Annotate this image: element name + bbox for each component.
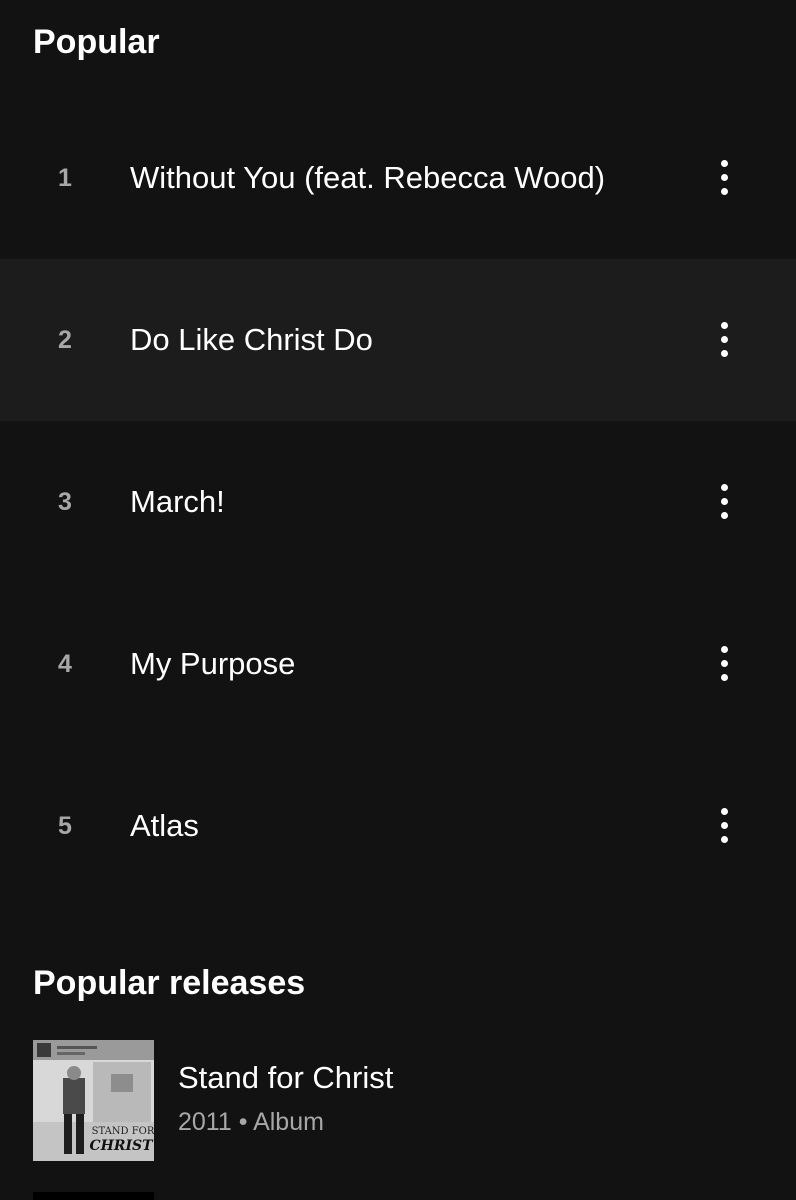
popular-releases-title: Popular releases	[33, 964, 306, 1002]
track-title[interactable]: Without You (feat. Rebecca Wood)	[130, 97, 605, 259]
track-number: 2	[58, 326, 72, 354]
track-row[interactable]: 4 My Purpose	[0, 583, 796, 745]
release-type: Album	[253, 1108, 324, 1136]
more-options-icon[interactable]	[702, 476, 748, 528]
track-row[interactable]: 2 Do Like Christ Do	[0, 259, 796, 421]
more-options-icon[interactable]	[702, 152, 748, 204]
track-number: 4	[58, 650, 72, 678]
track-number: 1	[58, 164, 72, 192]
release-year: 2011	[178, 1108, 232, 1136]
track-title[interactable]: Do Like Christ Do	[130, 259, 373, 421]
more-options-icon[interactable]	[702, 800, 748, 852]
more-options-icon[interactable]	[702, 638, 748, 690]
popular-section-title: Popular	[33, 23, 160, 61]
track-number: 5	[58, 812, 72, 840]
release-title[interactable]: Stand for Christ	[178, 1060, 393, 1096]
next-release-cover-partial[interactable]	[33, 1192, 154, 1200]
popular-track-list: 1 Without You (feat. Rebecca Wood) 2 Do …	[0, 97, 796, 907]
track-row[interactable]: 5 Atlas	[0, 745, 796, 907]
track-row[interactable]: 3 March!	[0, 421, 796, 583]
track-title[interactable]: March!	[130, 421, 225, 583]
release-item[interactable]: STAND FOR CHRIST Stand for Christ 2011 •…	[33, 1040, 773, 1162]
album-cover-image[interactable]: STAND FOR CHRIST	[33, 1040, 154, 1161]
cover-text-line-2: CHRIST	[89, 1138, 154, 1154]
track-number: 3	[58, 488, 72, 516]
release-meta: 2011 • Album	[178, 1108, 324, 1137]
track-title[interactable]: Atlas	[130, 745, 199, 907]
meta-separator: •	[238, 1108, 248, 1136]
more-options-icon[interactable]	[702, 314, 748, 366]
track-title[interactable]: My Purpose	[130, 583, 295, 745]
cover-text-line-1: STAND FOR	[92, 1126, 154, 1137]
track-row[interactable]: 1 Without You (feat. Rebecca Wood)	[0, 97, 796, 259]
